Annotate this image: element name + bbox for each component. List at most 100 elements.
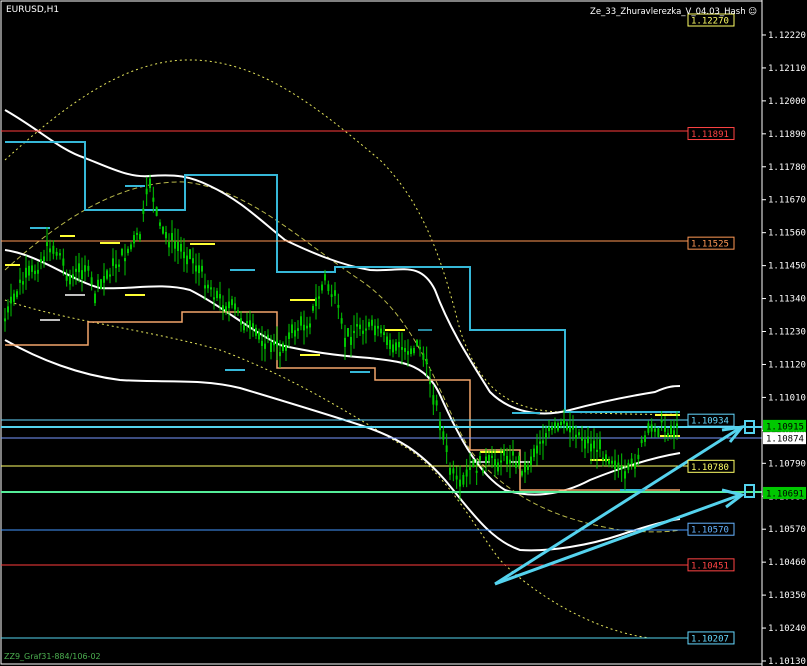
candle-body	[145, 188, 148, 195]
candle-body	[416, 340, 418, 346]
candle-body	[419, 347, 421, 350]
candle-body	[264, 343, 266, 349]
candle-body	[228, 301, 230, 309]
candle-body	[152, 197, 155, 202]
candle-body	[657, 428, 660, 437]
band-middle	[4, 249, 681, 496]
candle-body	[7, 306, 9, 313]
candle-body	[521, 471, 523, 476]
candle-body	[617, 462, 620, 470]
footer-indicator-label: ZZ9_Graf31-884/106-02	[4, 652, 101, 661]
candle-body	[340, 318, 343, 324]
candle-body	[386, 336, 388, 346]
candle-body	[365, 328, 367, 331]
candle-body	[432, 395, 435, 405]
level-label[interactable]: 1.10934	[687, 413, 735, 427]
candle-body	[225, 306, 227, 311]
level-label[interactable]: 1.11525	[687, 236, 735, 250]
candle-body	[445, 445, 448, 453]
y-axis-tick-label: 1.10460	[768, 558, 806, 568]
candle-body	[350, 336, 352, 345]
candle-body	[207, 284, 209, 289]
candle-body	[34, 270, 36, 275]
candle-body	[43, 256, 45, 262]
y-axis-tick-label: 1.11010	[768, 393, 806, 403]
level-label[interactable]: 1.10207	[687, 631, 735, 645]
candle-body	[673, 430, 675, 438]
candle-body	[566, 422, 568, 430]
candle-body	[72, 274, 74, 279]
candle-body	[452, 468, 455, 474]
candle-body	[165, 231, 167, 239]
candle-body	[356, 324, 358, 327]
candle-body	[650, 424, 653, 432]
candle-body	[542, 440, 544, 444]
candle-body	[569, 427, 571, 433]
candle-body	[527, 465, 529, 471]
candle-body	[306, 325, 308, 329]
level-label[interactable]: 1.10780	[687, 459, 735, 473]
candle-body	[560, 421, 562, 426]
candle-body	[186, 255, 188, 265]
candle-body	[276, 339, 278, 347]
level-label[interactable]: 1.11891	[687, 127, 735, 141]
candle-body	[87, 265, 90, 271]
candle-body	[261, 340, 263, 346]
candle-body	[124, 258, 126, 262]
candle-body	[587, 436, 589, 444]
candle-body	[449, 467, 451, 475]
candle-body	[198, 265, 200, 274]
candle-body	[593, 440, 595, 449]
candle-body	[644, 435, 646, 442]
candle-body	[398, 341, 400, 348]
y-axis-tick-label: 1.11120	[768, 360, 806, 370]
price-marker-text: 1.10691	[766, 489, 804, 499]
candle-body	[442, 431, 445, 440]
candle-body	[210, 287, 212, 290]
candle-body	[201, 265, 203, 272]
y-axis-tick-label: 1.11340	[768, 295, 806, 305]
price-chart[interactable]: 1.12270 1.11891 1.11525 1.10934 1.10780 1.105…	[0, 0, 807, 666]
candle-body	[554, 422, 556, 429]
candle-body	[515, 462, 517, 468]
y-axis-tick-label: 1.10570	[768, 525, 806, 535]
candle-body	[614, 460, 616, 470]
candle-body	[491, 455, 493, 459]
candle-body	[40, 259, 42, 263]
candle-body	[109, 274, 111, 277]
candle-body	[52, 245, 55, 254]
candle-body	[524, 462, 526, 473]
candle-body	[75, 268, 77, 272]
smiley-icon: ☺	[748, 7, 758, 17]
candle-body	[462, 475, 465, 485]
y-axis-tick-label: 1.11890	[768, 130, 806, 140]
candle-body	[159, 222, 161, 226]
candle-body	[25, 267, 27, 278]
candle-body	[584, 439, 586, 449]
level-label[interactable]: 1.10451	[687, 558, 735, 572]
candle-body	[103, 276, 105, 283]
price-marker-text: 1.10915	[766, 422, 804, 432]
y-axis-tick-label: 1.12000	[768, 97, 806, 107]
candle-body	[204, 285, 206, 289]
candle-body	[10, 296, 12, 304]
candle-body	[497, 462, 499, 472]
candle-body	[84, 265, 86, 272]
candle-body	[337, 304, 340, 308]
candle-body	[121, 248, 123, 256]
level-label-text: 1.10780	[691, 463, 729, 473]
candle-body	[285, 346, 287, 351]
level-label[interactable]: 1.10570	[687, 522, 735, 536]
y-axis-tick-label: 1.11780	[768, 163, 806, 173]
candle-body	[404, 348, 406, 352]
candle-body	[139, 234, 141, 240]
candle-body	[472, 459, 475, 468]
candle-body	[222, 305, 224, 311]
candle-body	[512, 451, 514, 456]
indicator-label: Ze_33_Zhuravlerezka_V_04.03_Hash ☺	[590, 7, 757, 17]
candle-body	[237, 310, 239, 313]
candle-body	[216, 290, 218, 299]
candle-body	[234, 303, 236, 310]
candle-body	[130, 244, 132, 250]
candle-body	[377, 325, 379, 329]
